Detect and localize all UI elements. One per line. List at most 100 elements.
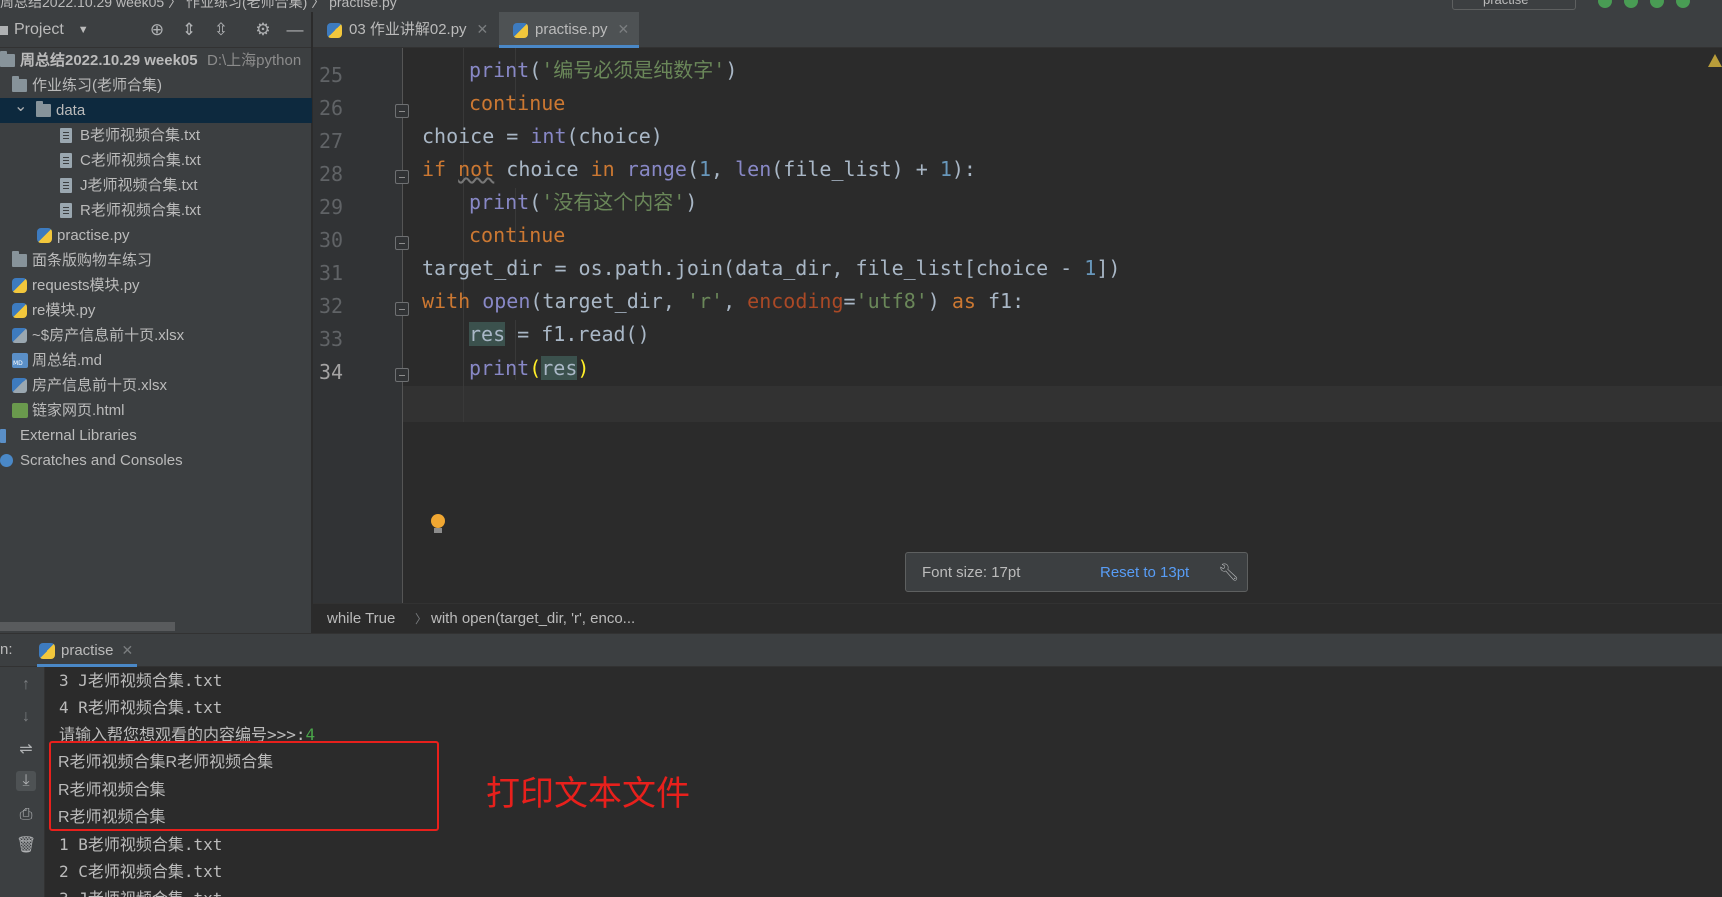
horizontal-scrollbar[interactable] [0, 622, 175, 631]
breadcrumb-while-true[interactable]: while True [327, 604, 395, 634]
tree-item[interactable]: B老师视频合集.txt [0, 123, 312, 148]
tree-item[interactable]: C老师视频合集.txt [0, 148, 312, 173]
profile-icon[interactable] [1676, 0, 1690, 8]
tree-item-label: R老师视频合集.txt [80, 202, 201, 219]
line-number: 32 [319, 294, 344, 318]
tree-item[interactable]: ~$房产信息前十页.xlsx [0, 323, 312, 348]
console-line: 2 C老师视频合集.txt [59, 862, 223, 881]
indent-guide [463, 48, 464, 422]
reset-font-size-link[interactable]: Reset to 13pt [1100, 564, 1189, 581]
project-grip-icon [0, 26, 8, 35]
chevron-down-icon[interactable]: ▼ [78, 24, 89, 36]
soft-wrap-icon[interactable]: ⇌ [16, 740, 36, 760]
code-editor[interactable]: 25 26 27 28 29 30 31 32 33 34 print('编号必… [313, 48, 1722, 603]
run-icon[interactable] [1598, 0, 1612, 8]
fold-marker-icon[interactable] [395, 170, 409, 184]
title-breadcrumb: 周总结2022.10.29 week05 〉 作业练习(老师合集) 〉 prac… [0, 0, 397, 10]
code-line-26: continue [469, 91, 566, 115]
trash-icon[interactable]: 🗑︎ [16, 836, 36, 856]
spreadsheet-file-icon [12, 328, 27, 343]
code-line-29: print('没有这个内容') [469, 190, 698, 214]
chevron-down-icon[interactable]: ⌄ [14, 94, 27, 119]
run-toolbar: ↑ ↓ ⇌ ⤓ ⎙ 🗑︎ [0, 667, 45, 897]
gear-icon[interactable]: ⚙ [252, 19, 274, 41]
tree-item-label: 房产信息前十页.xlsx [32, 377, 168, 394]
folder-icon [12, 76, 27, 92]
close-icon[interactable]: ✕ [618, 21, 630, 37]
python-file-icon [12, 303, 27, 318]
tree-item[interactable]: 周总结2022.10.29 week05 D:\上海python [0, 48, 312, 73]
run-tab-practise[interactable]: practise ✕ [37, 634, 138, 667]
tree-item-label: 作业练习(老师合集) [32, 77, 162, 94]
console-line: 4 R老师视频合集.txt [59, 698, 223, 717]
text-file-icon [60, 178, 72, 193]
project-panel-header: Project ▼ ⊕ ⇕ ⇳ ⚙ — [0, 12, 311, 48]
folder-icon [12, 251, 27, 267]
python-file-icon [39, 643, 55, 659]
line-number: 25 [319, 63, 344, 87]
run-config-selector[interactable]: practise [1452, 0, 1576, 10]
print-icon[interactable]: ⎙ [16, 805, 36, 825]
warning-icon[interactable] [1708, 54, 1722, 67]
fold-marker-icon[interactable] [395, 302, 409, 316]
arrow-up-icon[interactable]: ↑ [16, 675, 36, 695]
code-line-31: target_dir = os.path.join(data_dir, file… [422, 256, 1121, 280]
run-label: n: [0, 641, 13, 658]
gutter-divider [402, 48, 403, 603]
fold-marker-icon[interactable] [395, 104, 409, 118]
wrench-icon[interactable]: 🔧︎ [1218, 563, 1240, 583]
tree-item-label: 面条版购物车练习 [32, 252, 153, 269]
code-line-27: choice = int(choice) [422, 124, 663, 148]
coverage-icon[interactable] [1650, 0, 1664, 8]
scroll-to-end-icon[interactable]: ⤓ [16, 771, 36, 791]
tree-item[interactable]: 作业练习(老师合集) [0, 73, 312, 98]
tree-item[interactable]: re模块.py [0, 298, 312, 323]
text-file-icon [60, 203, 72, 218]
tab-label: practise.py [535, 21, 608, 38]
code-line-33: res = f1.read() [469, 322, 650, 346]
hide-icon[interactable]: — [284, 19, 306, 41]
tree-item[interactable]: J老师视频合集.txt [0, 173, 312, 198]
tree-item[interactable]: R老师视频合集.txt [0, 198, 312, 223]
lightbulb-icon[interactable] [431, 514, 445, 534]
tree-item[interactable]: ⌄ data [0, 98, 312, 123]
spreadsheet-file-icon [12, 378, 27, 393]
tree-item[interactable]: requests模块.py [0, 273, 312, 298]
expand-all-icon[interactable]: ⇕ [178, 19, 200, 41]
project-panel: Project ▼ ⊕ ⇕ ⇳ ⚙ — 周总结2022.10.29 week05… [0, 12, 312, 633]
markdown-file-icon [12, 353, 28, 368]
current-line-highlight [403, 386, 1722, 422]
console-line: 1 B老师视频合集.txt [59, 835, 223, 854]
close-icon[interactable]: ✕ [477, 21, 489, 37]
line-number: 28 [319, 162, 344, 186]
editor-tabs: 03 作业讲解02.py ✕ practise.py ✕ [313, 12, 1722, 48]
tree-item[interactable]: 房产信息前十页.xlsx [0, 373, 312, 398]
debug-icon[interactable] [1624, 0, 1638, 8]
breadcrumb-with-open[interactable]: with open(target_dir, 'r', enco... [431, 604, 635, 634]
tree-item[interactable]: 面条版购物车练习 [0, 248, 312, 273]
python-file-icon [513, 23, 528, 38]
collapse-all-icon[interactable]: ⇳ [210, 19, 232, 41]
fold-marker-icon[interactable] [395, 236, 409, 250]
tab-practise[interactable]: practise.py ✕ [499, 12, 639, 48]
tree-item-label: practise.py [57, 227, 130, 244]
fold-marker-icon[interactable] [395, 368, 409, 382]
font-size-popup: Font size: 17pt Reset to 13pt 🔧︎ [905, 552, 1248, 592]
tree-item[interactable]: External Libraries [0, 423, 312, 448]
tree-item-label: 周总结.md [32, 352, 103, 369]
tab-label: 03 作业讲解02.py [349, 21, 467, 38]
run-tab-label: practise [61, 642, 114, 659]
title-bar: 周总结2022.10.29 week05 〉 作业练习(老师合集) 〉 prac… [0, 0, 1722, 12]
tab-03-homework[interactable]: 03 作业讲解02.py ✕ [313, 12, 498, 48]
locate-icon[interactable]: ⊕ [146, 19, 168, 41]
tree-item[interactable]: 链家网页.html [0, 398, 312, 423]
project-panel-title[interactable]: Project [14, 21, 64, 39]
tree-item-label: External Libraries [20, 427, 137, 444]
tree-item[interactable]: 周总结.md [0, 348, 312, 373]
tree-item[interactable]: practise.py [0, 223, 312, 248]
arrow-down-icon[interactable]: ↓ [16, 707, 36, 727]
tree-item-label: B老师视频合集.txt [80, 127, 201, 144]
close-icon[interactable]: ✕ [122, 642, 134, 658]
tree-item[interactable]: Scratches and Consoles [0, 448, 312, 473]
tree-item-path: D:\上海python [207, 52, 302, 69]
